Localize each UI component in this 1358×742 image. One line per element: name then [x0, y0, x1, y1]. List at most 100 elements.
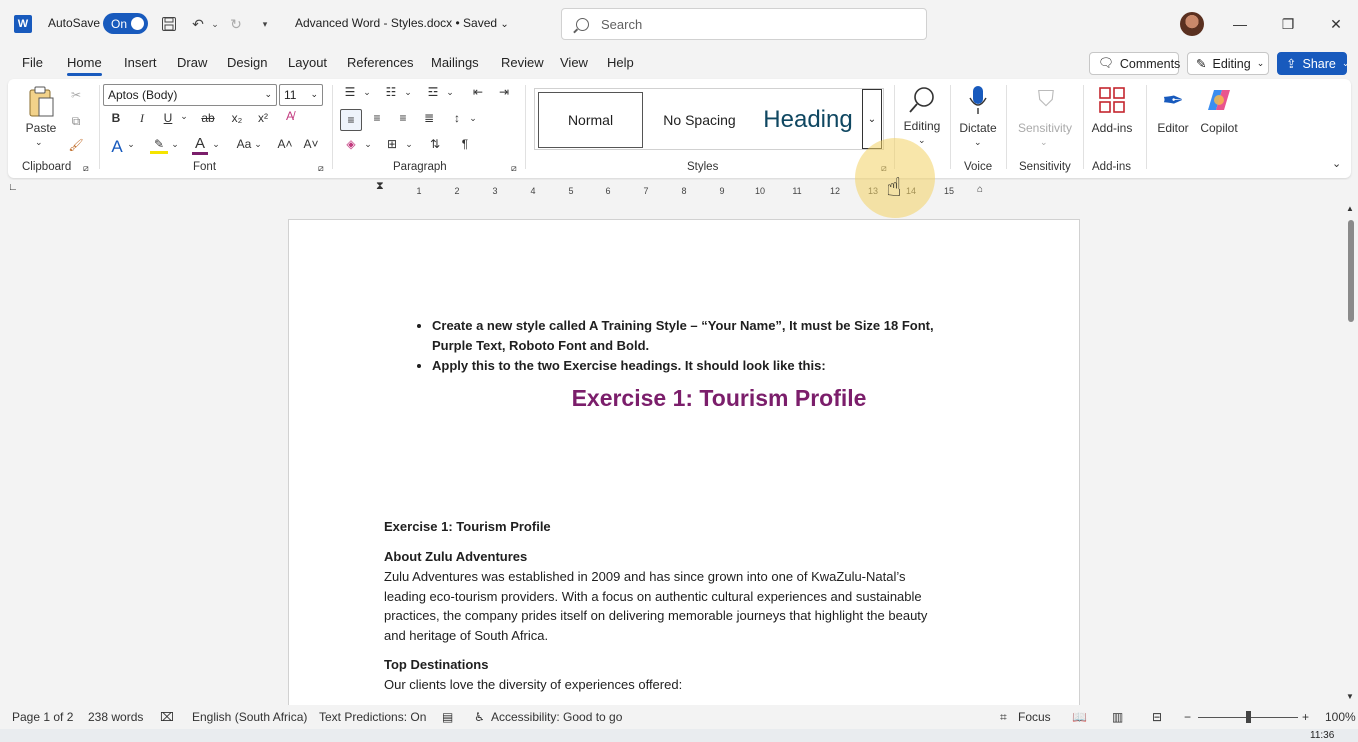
- editing-mode-button[interactable]: ✎ Editing ⌄: [1187, 52, 1269, 75]
- tab-review[interactable]: Review: [501, 55, 544, 70]
- style-no-spacing[interactable]: No Spacing: [647, 92, 752, 148]
- font-name-box[interactable]: Aptos (Body) ⌄: [103, 84, 277, 106]
- tab-view[interactable]: View: [560, 55, 588, 70]
- copilot-icon[interactable]: [1204, 85, 1234, 115]
- align-center-icon[interactable]: ≡: [368, 111, 386, 125]
- scroll-down-icon[interactable]: ▼: [1346, 692, 1354, 701]
- shrink-font-icon[interactable]: A˅: [302, 137, 320, 151]
- tab-selector-icon[interactable]: ∟: [8, 182, 18, 193]
- find-icon[interactable]: [906, 83, 938, 117]
- zoom-in-icon[interactable]: +: [1302, 710, 1309, 724]
- read-mode-icon[interactable]: 📖: [1072, 710, 1087, 724]
- line-spacing-dropdown-icon[interactable]: ⌄: [468, 113, 478, 124]
- tab-design[interactable]: Design: [227, 55, 267, 70]
- page-count[interactable]: Page 1 of 2: [12, 710, 73, 724]
- increase-indent-icon[interactable]: ⇥: [495, 85, 513, 99]
- paragraph-launcher-icon[interactable]: ⧄: [511, 163, 517, 174]
- tab-file[interactable]: File: [22, 55, 43, 70]
- autosave-toggle[interactable]: On: [103, 13, 148, 34]
- grow-font-icon[interactable]: A˄: [276, 137, 294, 151]
- tab-mailings[interactable]: Mailings: [431, 55, 479, 70]
- microphone-icon[interactable]: [966, 83, 990, 117]
- cut-icon[interactable]: ✂: [66, 85, 86, 105]
- font-size-box[interactable]: 11 ⌄: [279, 84, 323, 106]
- editor-label[interactable]: Editor: [1151, 121, 1195, 135]
- document-title[interactable]: Advanced Word - Styles.docx • Saved ⌄: [295, 16, 509, 30]
- ruler[interactable]: ∟ 1 2 3 4 5 6 7 8 9 10 11 12 13 14 15 ⧗ …: [0, 180, 1358, 200]
- scrollbar-thumb[interactable]: [1348, 220, 1354, 322]
- accessibility-status[interactable]: Accessibility: Good to go: [491, 710, 622, 724]
- text-effects-dropdown-icon[interactable]: ⌄: [126, 139, 136, 150]
- numbering-dropdown-icon[interactable]: ⌄: [403, 87, 413, 98]
- redo-icon[interactable]: ↻: [226, 14, 246, 34]
- numbering-icon[interactable]: ☷: [382, 85, 400, 99]
- underline-dropdown-icon[interactable]: ⌄: [179, 111, 189, 122]
- clock[interactable]: 11:36: [1310, 730, 1334, 741]
- borders-icon[interactable]: ⊞: [383, 137, 401, 151]
- zoom-level[interactable]: 100%: [1325, 710, 1356, 724]
- editing-dropdown-icon[interactable]: ⌄: [918, 135, 926, 146]
- focus-label[interactable]: Focus: [1018, 710, 1051, 724]
- format-painter-icon[interactable]: 🖌: [66, 135, 86, 155]
- paste-dropdown-icon[interactable]: ⌄: [35, 137, 43, 148]
- undo-dropdown-icon[interactable]: ⌄: [205, 14, 225, 34]
- search-box[interactable]: Search: [561, 8, 927, 40]
- bullets-dropdown-icon[interactable]: ⌄: [362, 87, 372, 98]
- macro-icon[interactable]: ▤: [442, 710, 453, 724]
- borders-dropdown-icon[interactable]: ⌄: [404, 139, 414, 150]
- close-icon[interactable]: ✕: [1324, 12, 1348, 36]
- tab-references[interactable]: References: [347, 55, 413, 70]
- sensitivity-dropdown-icon[interactable]: ⌄: [1040, 137, 1048, 148]
- tab-insert[interactable]: Insert: [124, 55, 157, 70]
- bold-icon[interactable]: B: [108, 111, 124, 125]
- editor-icon[interactable]: ✒: [1158, 85, 1188, 115]
- align-left-icon[interactable]: ≡: [340, 109, 362, 131]
- print-layout-icon[interactable]: ▥: [1112, 710, 1123, 724]
- style-normal[interactable]: Normal: [538, 92, 643, 148]
- proofing-icon[interactable]: ⌧: [160, 710, 174, 724]
- highlight-icon[interactable]: ✎: [150, 137, 168, 154]
- save-icon[interactable]: [159, 14, 179, 34]
- paste-icon[interactable]: [26, 85, 56, 119]
- font-color-icon[interactable]: A: [192, 135, 208, 155]
- word-count[interactable]: 238 words: [88, 710, 143, 724]
- maximize-icon[interactable]: ❐: [1276, 12, 1300, 36]
- clear-formatting-icon[interactable]: A̸: [280, 109, 300, 123]
- italic-icon[interactable]: I: [134, 111, 150, 126]
- paste-label[interactable]: Paste: [24, 121, 58, 135]
- decrease-indent-icon[interactable]: ⇤: [469, 85, 487, 99]
- language[interactable]: English (South Africa): [192, 710, 307, 724]
- multilevel-list-icon[interactable]: ☲: [424, 85, 442, 99]
- copilot-label[interactable]: Copilot: [1196, 121, 1242, 135]
- bullets-icon[interactable]: ☰: [341, 85, 359, 99]
- zoom-out-icon[interactable]: −: [1184, 710, 1191, 724]
- collapse-ribbon-icon[interactable]: ⌄: [1332, 157, 1341, 170]
- font-launcher-icon[interactable]: ⧄: [318, 163, 324, 174]
- shading-icon[interactable]: ◈: [342, 137, 360, 151]
- focus-icon[interactable]: ⌗: [1000, 710, 1007, 725]
- style-heading[interactable]: Heading: [753, 92, 863, 148]
- minimize-icon[interactable]: —: [1228, 12, 1252, 36]
- tab-home[interactable]: Home: [67, 55, 102, 76]
- share-button[interactable]: ⇪ Share ⌄: [1277, 52, 1349, 75]
- align-right-icon[interactable]: ≡: [394, 111, 412, 125]
- right-indent-marker-icon[interactable]: ⌂: [977, 184, 983, 195]
- multilevel-dropdown-icon[interactable]: ⌄: [445, 87, 455, 98]
- copy-icon[interactable]: ⧉: [66, 111, 86, 131]
- change-case-dropdown-icon[interactable]: ⌄: [253, 139, 263, 150]
- tab-layout[interactable]: Layout: [288, 55, 327, 70]
- shading-dropdown-icon[interactable]: ⌄: [363, 139, 373, 150]
- vertical-scrollbar[interactable]: ▲ ▼: [1344, 200, 1358, 705]
- editing-label[interactable]: Editing: [899, 119, 945, 133]
- add-ins-icon[interactable]: [1098, 85, 1126, 115]
- font-color-dropdown-icon[interactable]: ⌄: [211, 139, 221, 150]
- scroll-up-icon[interactable]: ▲: [1346, 204, 1354, 213]
- avatar[interactable]: [1180, 12, 1204, 36]
- subscript-icon[interactable]: x₂: [228, 111, 246, 125]
- sort-icon[interactable]: ⇅: [426, 137, 444, 151]
- web-layout-icon[interactable]: ⊟: [1152, 710, 1162, 724]
- text-effects-icon[interactable]: A: [108, 137, 126, 157]
- line-spacing-icon[interactable]: ↕: [448, 111, 466, 125]
- dictate-dropdown-icon[interactable]: ⌄: [974, 137, 982, 148]
- sensitivity-icon[interactable]: ⛉: [1032, 83, 1060, 115]
